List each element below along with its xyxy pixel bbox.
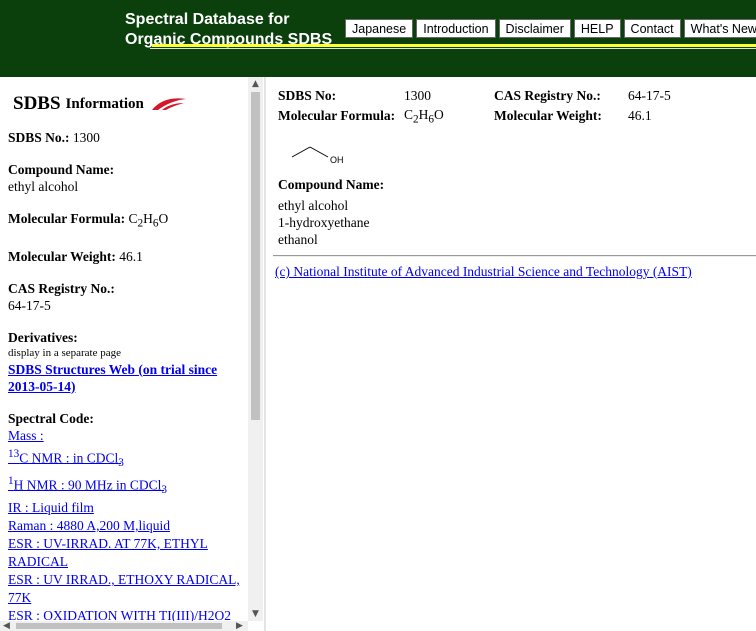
nav-help-button[interactable]: HELP (573, 19, 621, 38)
compound-name-1: ethyl alcohol (278, 198, 349, 213)
molecular-formula-label: Molecular Formula: (278, 108, 396, 123)
info-sidebar-frame: SDBS Information SDBS No.: 1300 Compound… (0, 77, 266, 631)
compound-detail-frame: SDBS No: 1300 CAS Registry No.: 64-17-5 … (268, 77, 756, 631)
derivatives-note: display in a separate page (8, 346, 122, 359)
spectral-code-field: Spectral Code: Mass : 13C NMR : in CDCl3… (8, 410, 248, 621)
spectrum-link-esr-oxidation[interactable]: ESR : OXIDATION WITH TI(III)/H2O2 (8, 607, 248, 621)
sdbs-no-label: SDBS No: (278, 88, 337, 103)
cas-registry-field: CAS Registry No.: 64-17-5 (8, 280, 248, 314)
compound-name-label: Compound Name: (278, 177, 385, 192)
compound-name-3: ethanol (278, 232, 318, 247)
cas-registry-value: 64-17-5 (628, 88, 671, 103)
header-accent-line (152, 44, 756, 47)
derivatives-field: Derivatives: display in a separate page … (8, 329, 248, 395)
compound-name-2: 1-hydroxyethane (278, 215, 370, 230)
derivatives-label: Derivatives: (8, 329, 78, 345)
site-title-line2: Organic Compounds SDBS (125, 31, 333, 48)
molecular-weight-label: Molecular Weight: (494, 108, 602, 123)
site-header: Spectral Database for Organic Compounds … (0, 0, 756, 77)
spectrum-link-raman[interactable]: Raman : 4880 A,200 M,liquid (8, 517, 248, 535)
molecular-formula-field: Molecular Formula: C2H6O (8, 210, 248, 233)
summary-row-1: SDBS No: 1300 CAS Registry No.: 64-17-5 (278, 86, 708, 106)
sdbs-information-heading: SDBS Information (13, 93, 248, 115)
swoosh-logo-icon (151, 98, 186, 110)
sidebar-horizontal-scrollbar[interactable]: ◀ ▶ (0, 621, 248, 631)
structure-bond-2 (309, 146, 329, 158)
molecular-formula-value: C2H6O (128, 211, 169, 230)
cas-registry-label: CAS Registry No.: (8, 280, 115, 296)
compound-name-field: Compound Name: ethyl alcohol (8, 161, 248, 195)
scroll-left-arrow-icon[interactable]: ◀ (3, 621, 10, 631)
sidebar-vertical-scrollbar[interactable]: ▲ ▼ (248, 77, 263, 621)
section-divider (273, 255, 756, 257)
spectrum-link-esr-ethoxy[interactable]: ESR : UV IRRAD., ETHOXY RADICAL, 77K (8, 571, 248, 607)
compound-summary-table: SDBS No: 1300 CAS Registry No.: 64-17-5 … (278, 86, 708, 126)
header-divider-line (150, 48, 756, 49)
sdbs-no-field: SDBS No.: 1300 (8, 129, 248, 146)
nav-introduction-button[interactable]: Introduction (416, 19, 496, 38)
aist-copyright-link[interactable]: (c) National Institute of Advanced Indus… (275, 264, 692, 280)
molecular-formula-value: C2H6O (404, 106, 444, 126)
cas-registry-label: CAS Registry No.: (494, 88, 601, 103)
molecular-weight-value: 46.1 (119, 248, 143, 264)
structure-oh-label: OH (330, 155, 344, 165)
molecular-formula-label: Molecular Formula: (8, 211, 126, 226)
spectrum-link-c13-nmr[interactable]: 13C NMR : in CDCl3 (8, 445, 248, 472)
cas-registry-value: 64-17-5 (8, 297, 51, 313)
nav-disclaimer-button[interactable]: Disclaimer (498, 19, 571, 38)
structure-bond-1 (291, 146, 311, 158)
spectral-code-label: Spectral Code: (8, 410, 94, 426)
information-heading-text: Information (65, 95, 144, 112)
molecular-weight-value: 46.1 (628, 108, 652, 123)
compound-name-value: ethyl alcohol (8, 179, 79, 194)
sidebar-vertical-scroll-thumb[interactable] (251, 92, 260, 420)
scroll-down-arrow-icon[interactable]: ▼ (252, 609, 259, 619)
molecular-weight-label: Molecular Weight: (8, 248, 116, 264)
scroll-right-arrow-icon[interactable]: ▶ (236, 621, 243, 631)
nav-contact-button[interactable]: Contact (623, 19, 681, 38)
molecular-weight-field: Molecular Weight: 46.1 (8, 248, 248, 265)
spectrum-link-ir[interactable]: IR : Liquid film (8, 499, 248, 517)
sdbs-no-value: 1300 (404, 88, 431, 103)
compound-name-label: Compound Name: (8, 162, 115, 177)
nav-whats-new-button[interactable]: What's New (683, 19, 756, 38)
structure-diagram: OH (291, 146, 344, 165)
spectrum-link-esr-ethyl[interactable]: ESR : UV-IRRAD. AT 77K, ETHYL RADICAL (8, 535, 248, 571)
spectrum-link-h1-nmr[interactable]: 1H NMR : 90 MHz in CDCl3 (8, 472, 248, 499)
compound-names-block: Compound Name: ethyl alcohol 1-hydroxyet… (278, 176, 384, 248)
spectrum-link-mass[interactable]: Mass : (8, 427, 248, 445)
scroll-up-arrow-icon[interactable]: ▲ (252, 79, 259, 89)
sdbs-no-value: 1300 (72, 130, 100, 145)
sdbs-no-label: SDBS No.: (8, 130, 70, 145)
sidebar-horizontal-scroll-thumb[interactable] (16, 623, 222, 629)
summary-row-2: Molecular Formula: C2H6O Molecular Weigh… (278, 106, 708, 126)
top-nav: Japanese Introduction Disclaimer HELP Co… (345, 19, 756, 38)
site-title-line1: Spectral Database for (125, 11, 290, 28)
nav-japanese-button[interactable]: Japanese (345, 19, 414, 38)
sdbs-heading-text: SDBS (13, 93, 61, 114)
sdbs-structures-web-link[interactable]: SDBS Structures Web (on trial since 2013… (8, 361, 248, 395)
info-sidebar-content: SDBS Information SDBS No.: 1300 Compound… (8, 77, 248, 621)
